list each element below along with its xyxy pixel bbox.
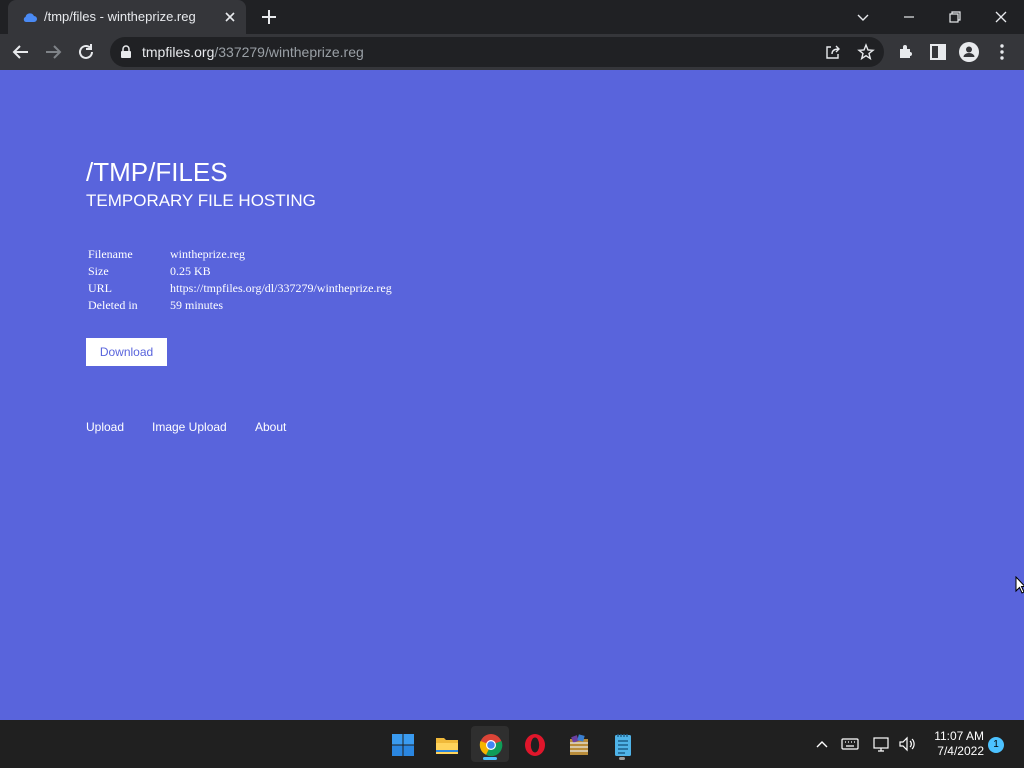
- system-clock[interactable]: 11:07 AM 7/4/2022: [922, 729, 984, 759]
- tab-close-icon[interactable]: [222, 9, 238, 25]
- file-explorer-icon: [436, 738, 458, 754]
- reload-icon[interactable]: [75, 41, 97, 63]
- taskbar-notepad[interactable]: [603, 726, 641, 762]
- windows-taskbar: 11:07 AM 7/4/2022: [0, 720, 1024, 768]
- chrome-icon: [479, 734, 503, 757]
- file-info-value: 59 minutes: [170, 298, 223, 312]
- volume-icon[interactable]: [897, 734, 917, 754]
- taskbar-winrar[interactable]: [559, 726, 597, 762]
- file-info-row: Size 0.25 KB: [88, 263, 392, 280]
- browser-titlebar: /tmp/files - wintheprize.reg: [0, 0, 1024, 34]
- clock-date: 7/4/2022: [937, 744, 984, 758]
- extensions-puzzle-icon[interactable]: [895, 41, 917, 63]
- close-window-icon[interactable]: [990, 6, 1012, 28]
- share-icon[interactable]: [824, 43, 842, 61]
- url-host: tmpfiles.org: [142, 44, 215, 60]
- file-info-label: URL: [88, 281, 112, 295]
- new-tab-icon[interactable]: [260, 8, 278, 26]
- running-app-indicator: [619, 757, 625, 760]
- file-info-url-value[interactable]: https://tmpfiles.org/dl/337279/winthepri…: [170, 280, 392, 297]
- file-info-label: Size: [88, 264, 109, 278]
- nav-about-link[interactable]: About: [255, 420, 286, 434]
- winrar-icon: [570, 734, 588, 755]
- nav-upload-link[interactable]: Upload: [86, 420, 124, 434]
- notepad-icon: [615, 734, 631, 756]
- opera-icon: [525, 734, 545, 756]
- url-path: /337279/wintheprize.reg: [214, 44, 364, 60]
- nav-image-upload-link[interactable]: Image Upload: [152, 420, 227, 434]
- more-menu-icon[interactable]: [991, 41, 1013, 63]
- clock-time: 11:07 AM: [934, 729, 984, 743]
- address-bar[interactable]: tmpfiles.org/337279/wintheprize.reg: [110, 37, 884, 67]
- taskbar-file-explorer[interactable]: [427, 726, 465, 762]
- site-title: /TMP/FILES: [86, 157, 228, 187]
- tab-title: /tmp/files - wintheprize.reg: [44, 9, 196, 24]
- start-icon: [392, 734, 414, 756]
- active-app-indicator: [483, 757, 497, 760]
- taskbar-chrome[interactable]: [471, 726, 509, 762]
- show-hidden-icons-chevron-icon[interactable]: [812, 734, 832, 754]
- browser-tab[interactable]: /tmp/files - wintheprize.reg: [8, 0, 246, 34]
- file-info-row: URL https://tmpfiles.org/dl/337279/winth…: [88, 280, 392, 297]
- forward-icon[interactable]: [42, 41, 64, 63]
- restore-icon[interactable]: [944, 6, 966, 28]
- site-subtitle: TEMPORARY FILE HOSTING: [86, 191, 316, 210]
- url-text[interactable]: tmpfiles.org/337279/wintheprize.reg: [142, 44, 364, 60]
- file-info-label: Deleted in: [88, 298, 138, 312]
- notification-badge[interactable]: 1: [988, 737, 1004, 753]
- tab-search-chevron-icon[interactable]: [852, 6, 874, 28]
- network-icon[interactable]: [872, 734, 892, 754]
- back-icon[interactable]: [10, 41, 32, 63]
- file-info-row: Filename wintheprize.reg: [88, 246, 392, 263]
- file-info-table: Filename wintheprize.reg Size 0.25 KB UR…: [88, 246, 392, 314]
- mouse-cursor-icon: [1015, 576, 1024, 594]
- file-info-value: 0.25 KB: [170, 264, 211, 278]
- keyboard-icon[interactable]: [840, 734, 860, 754]
- taskbar-opera[interactable]: [515, 726, 553, 762]
- profile-avatar-icon[interactable]: [958, 41, 980, 63]
- start-button[interactable]: [383, 726, 421, 762]
- file-info-row: Deleted in 59 minutes: [88, 297, 392, 314]
- web-page: /TMP/FILES TEMPORARY FILE HOSTING Filena…: [0, 70, 1024, 720]
- side-panel-icon[interactable]: [927, 41, 949, 63]
- file-info-value: wintheprize.reg: [170, 247, 245, 261]
- file-info-label: Filename: [88, 247, 133, 261]
- lock-icon[interactable]: [120, 45, 132, 59]
- download-button[interactable]: Download: [86, 338, 167, 366]
- bookmark-star-icon[interactable]: [857, 43, 875, 61]
- minimize-icon[interactable]: [898, 6, 920, 28]
- cloud-favicon-icon: [23, 13, 37, 22]
- browser-toolbar: tmpfiles.org/337279/wintheprize.reg: [0, 34, 1024, 70]
